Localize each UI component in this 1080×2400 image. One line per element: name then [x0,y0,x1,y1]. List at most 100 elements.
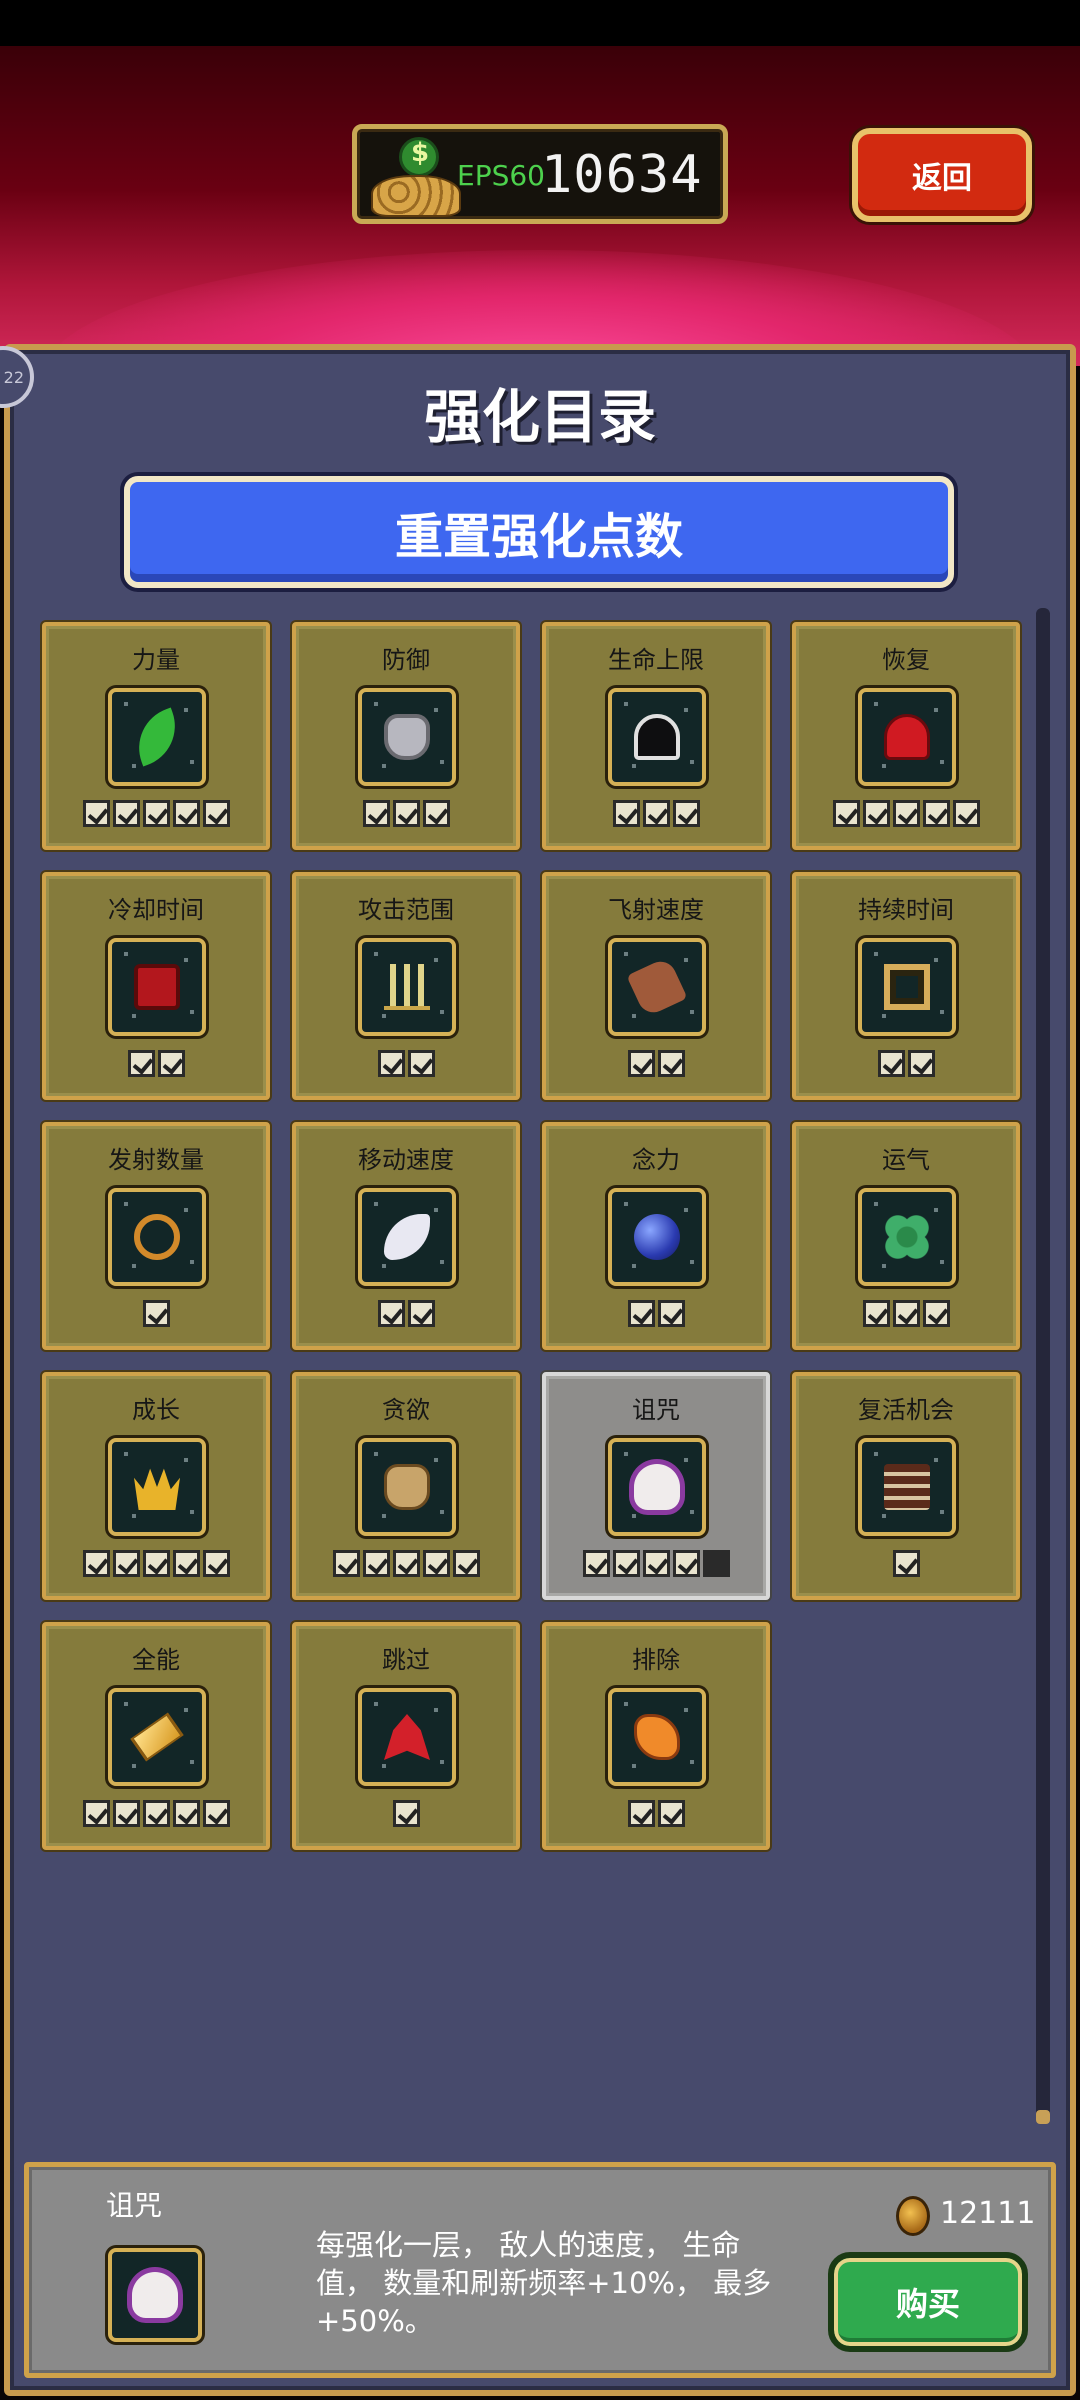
red-heart-icon [884,714,930,760]
level-checked-icon [142,1550,170,1577]
level-indicators [296,1050,516,1077]
level-checked-icon [907,1050,935,1077]
upgrade-card[interactable]: 力量 [42,622,270,850]
level-checked-icon [862,1300,890,1327]
upgrade-name: 攻击范围 [358,896,454,924]
upgrade-icon-box [108,1688,206,1786]
level-checked-icon [82,1550,110,1577]
upgrade-name: 运气 [882,1146,930,1174]
level-indicators [796,1300,1016,1327]
level-indicators [546,1550,766,1577]
buy-button[interactable]: 购买 [828,2252,1028,2352]
upgrade-card[interactable]: 冷却时间 [42,872,270,1100]
upgrade-card[interactable]: 全能 [42,1622,270,1850]
level-checked-icon [672,1550,700,1577]
level-checked-icon [407,1050,435,1077]
skull-icon [634,1464,680,1510]
level-indicators [796,1050,1016,1077]
level-checked-icon [892,800,920,827]
upgrade-name: 飞射速度 [608,896,704,924]
mask-icon [384,1464,430,1510]
upgrade-icon-box [358,938,456,1036]
level-empty-icon [702,1550,730,1577]
coin-value: 10634 [541,145,703,205]
upgrade-icon-box [858,938,956,1036]
upgrade-card[interactable]: 飞射速度 [542,872,770,1100]
upgrade-grid: 力量 防御 生命上限 恢复冷却时间 攻击范围 飞射速度 持续时间发射数量 移动速度 念力 运气成长… [42,622,1022,1852]
level-checked-icon [582,1550,610,1577]
ring-icon [134,1214,180,1260]
upgrade-icon-box [608,938,706,1036]
upgrade-name: 念力 [632,1146,680,1174]
dark-heart-icon [634,714,680,760]
level-checked-icon [892,1550,920,1577]
level-checked-icon [452,1550,480,1577]
upgrade-name: 冷却时间 [108,896,204,924]
level-checked-icon [392,800,420,827]
page-title: 强化目录 [423,383,656,451]
feather-icon [127,707,187,767]
status-bar [0,0,1080,46]
level-checked-icon [202,800,230,827]
level-checked-icon [657,1800,685,1827]
upgrade-card[interactable]: 持续时间 [792,872,1020,1100]
upgrade-name: 成长 [132,1396,180,1424]
upgrade-card[interactable]: 排除 [542,1622,770,1850]
level-checked-icon [362,800,390,827]
level-checked-icon [172,1800,200,1827]
level-indicators [296,1300,516,1327]
upgrade-name: 贪欲 [382,1396,430,1424]
level-indicators [46,800,266,827]
upgrade-name: 力量 [132,646,180,674]
upgrade-icon-box [858,1438,956,1536]
upgrade-card[interactable]: 贪欲 [292,1372,520,1600]
upgrade-name: 发射数量 [108,1146,204,1174]
level-checked-icon [332,1550,360,1577]
upgrade-icon-box [858,1188,956,1286]
upgrade-card[interactable]: 跳过 [292,1622,520,1850]
upgrade-card[interactable]: 成长 [42,1372,270,1600]
upgrade-name: 恢复 [882,646,930,674]
level-checked-icon [922,1300,950,1327]
level-checked-icon [127,1050,155,1077]
upgrade-card[interactable]: 运气 [792,1122,1020,1350]
level-indicators [546,1300,766,1327]
cake-icon [884,1464,930,1510]
level-checked-icon [392,1550,420,1577]
detail-icon-box [108,2248,202,2342]
level-checked-icon [377,1050,405,1077]
upgrade-card[interactable]: 发射数量 [42,1122,270,1350]
coin-stack-icon [371,137,461,221]
level-indicators [546,1050,766,1077]
clover-icon [884,1214,930,1260]
scrollbar-thumb[interactable] [1036,2110,1050,2124]
gauntlet-icon [626,956,688,1018]
level-checked-icon [142,1300,170,1327]
level-indicators [796,800,1016,827]
level-indicators [296,800,516,827]
upgrade-card[interactable]: 生命上限 [542,622,770,850]
level-checked-icon [112,1550,140,1577]
upgrade-card[interactable]: 念力 [542,1122,770,1350]
back-button[interactable]: 返回 [852,128,1032,222]
orb-icon [634,1214,680,1260]
upgrade-card[interactable]: 移动速度 [292,1122,520,1350]
upgrade-card[interactable]: 攻击范围 [292,872,520,1100]
coin-counter: EPS60 10634 [352,124,728,224]
reset-upgrades-button[interactable]: 重置强化点数 [124,476,954,588]
level-checked-icon [82,800,110,827]
upgrade-icon-box [108,1438,206,1536]
upgrade-name: 移动速度 [358,1146,454,1174]
level-indicators [796,1550,1016,1577]
upgrade-name: 防御 [382,646,430,674]
level-checked-icon [612,800,640,827]
upgrade-card[interactable]: 复活机会 [792,1372,1020,1600]
scrollbar-track[interactable] [1036,608,1050,2124]
upgrade-name: 生命上限 [608,646,704,674]
upgrade-card[interactable]: 恢复 [792,622,1020,850]
hand-icon [634,1714,680,1760]
spellbook-icon [134,964,180,1010]
upgrade-card[interactable]: 诅咒 [542,1372,770,1600]
upgrade-card[interactable]: 防御 [292,622,520,850]
upgrade-icon-box [358,1188,456,1286]
